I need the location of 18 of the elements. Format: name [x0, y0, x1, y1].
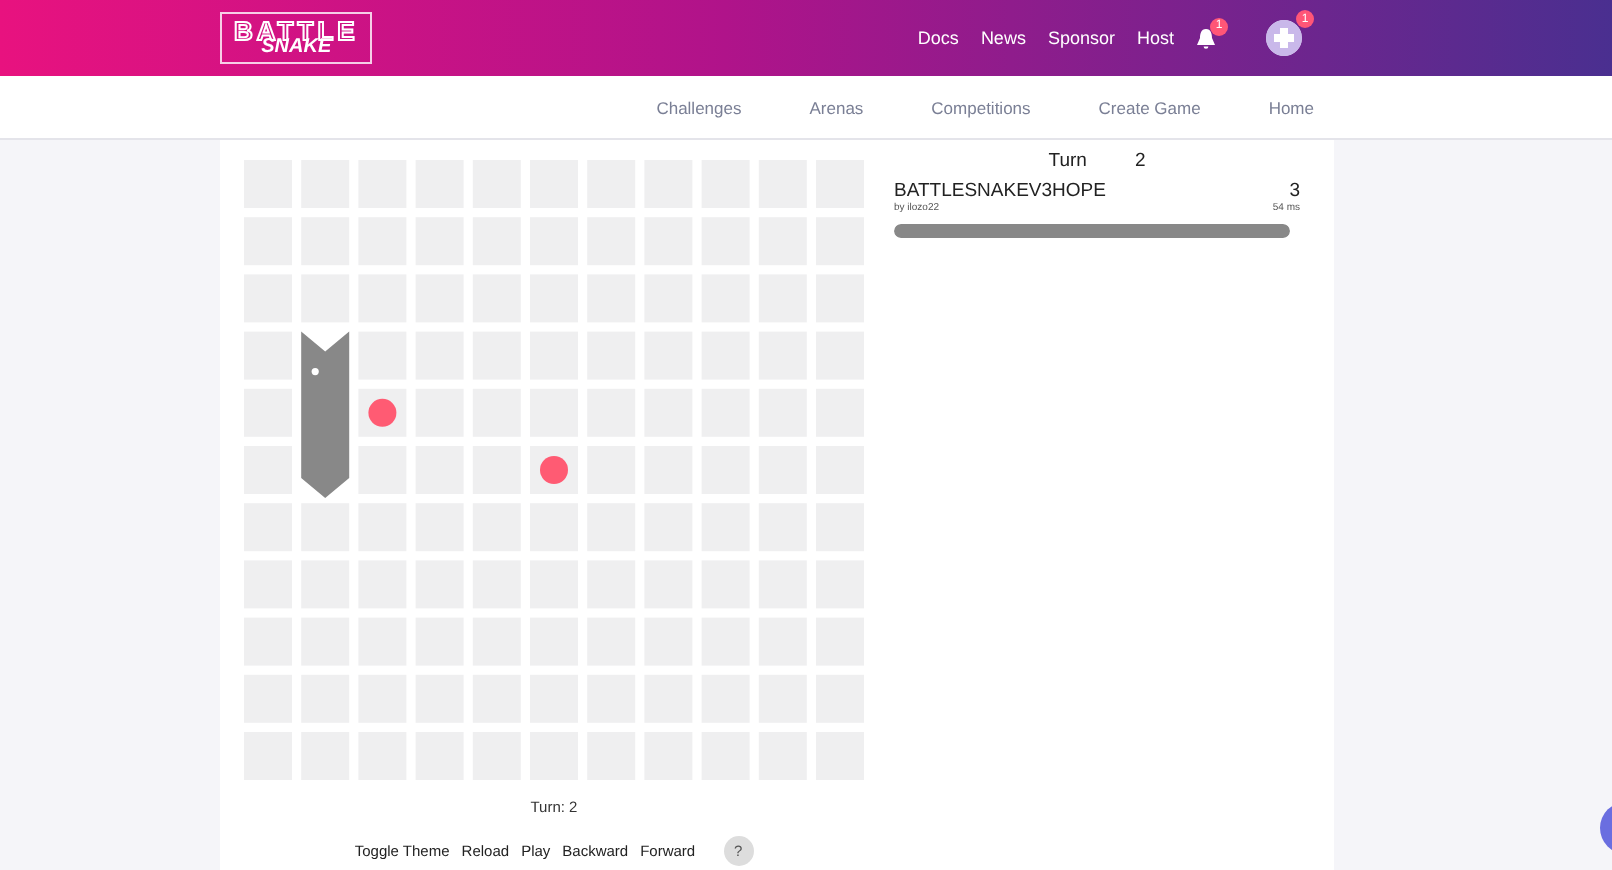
- nav-link[interactable]: Docs: [917, 28, 959, 48]
- nav-tab[interactable]: Challenges: [656, 97, 742, 117]
- snake-length: 3: [1289, 180, 1300, 202]
- nav-link[interactable]: Sponsor: [1047, 28, 1115, 48]
- nav-tab[interactable]: Arenas: [809, 97, 864, 117]
- food-dot: [540, 456, 568, 484]
- nav-link[interactable]: News: [980, 28, 1026, 48]
- bell-icon[interactable]: [1196, 27, 1216, 49]
- logo-text: BATTLE: [234, 18, 359, 44]
- turn-number: 2: [1134, 150, 1146, 172]
- nav-link[interactable]: Host: [1136, 28, 1174, 48]
- nav-tab[interactable]: Create Game: [1098, 97, 1201, 117]
- snake-name: BATTLESNAKEV3HOPE: [894, 180, 1106, 202]
- nav-tab[interactable]: Competitions: [931, 97, 1031, 117]
- turn-label: Turn: [1048, 150, 1087, 172]
- avatar-icon[interactable]: [1266, 20, 1302, 56]
- nav-tab[interactable]: Home: [1268, 97, 1314, 117]
- food-dot: [368, 398, 397, 427]
